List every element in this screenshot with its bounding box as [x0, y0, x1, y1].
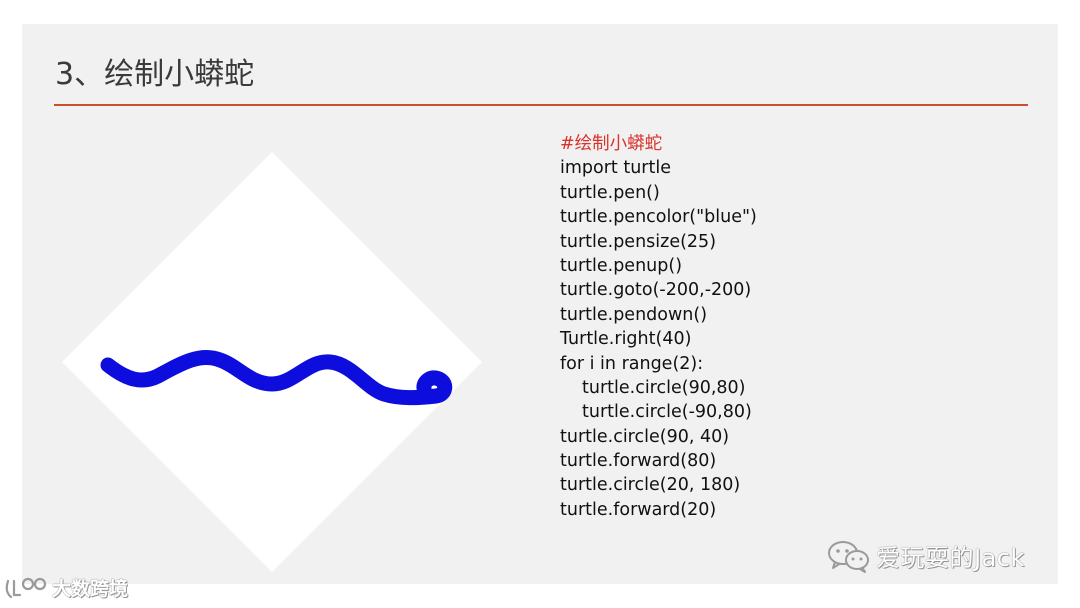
code-line: turtle.pendown() — [560, 304, 708, 325]
presentation-slide: 3、绘制小蟒蛇 #绘制小蟒蛇 import turtle turtle.pen(… — [22, 24, 1058, 584]
code-line: turtle.pencolor("blue") — [560, 207, 757, 228]
slide-title: 3、绘制小蟒蛇 — [55, 57, 255, 92]
code-line: import turtle — [560, 158, 671, 179]
canvas-background — [62, 152, 482, 572]
wechat-icon — [828, 540, 869, 573]
wechat-account-name: 爱玩耍的Jack — [876, 544, 1025, 572]
code-line: turtle.forward(20) — [560, 499, 717, 520]
site-name: 大数跨境 — [52, 578, 129, 600]
site-watermark: 大数跨境 — [4, 574, 128, 601]
title-divider — [54, 104, 1028, 106]
python-code-listing: #绘制小蟒蛇 import turtle turtle.pen() turtle… — [560, 132, 757, 522]
code-line: Turtle.right(40) — [560, 329, 692, 350]
code-line: turtle.goto(-200,-200) — [560, 280, 752, 301]
code-line: turtle.penup() — [560, 255, 683, 276]
code-line: turtle.forward(80) — [560, 451, 717, 472]
code-line: turtle.circle(20, 180) — [560, 475, 741, 496]
code-line: turtle.pensize(25) — [560, 231, 717, 252]
turtle-output-canvas — [62, 152, 482, 572]
code-comment: #绘制小蟒蛇 — [560, 134, 663, 154]
wechat-watermark: 爱玩耍的Jack — [826, 538, 1025, 573]
code-line-indented: turtle.circle(-90,80) — [582, 402, 752, 423]
code-line: for i in range(2): — [560, 353, 704, 374]
code-line: turtle.circle(90, 40) — [560, 426, 730, 447]
code-line-indented: turtle.circle(90,80) — [582, 377, 746, 398]
site-logo-icon — [5, 577, 47, 598]
code-line: turtle.pen() — [560, 182, 660, 203]
